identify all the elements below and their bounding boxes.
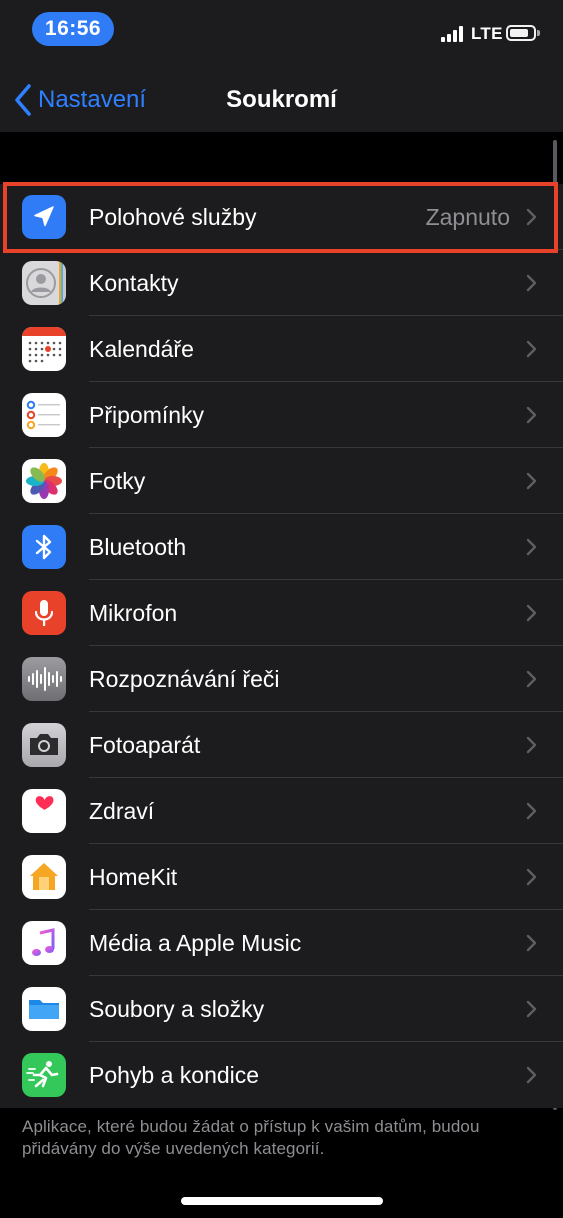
chevron-right-icon — [526, 472, 537, 490]
music-note-icon — [22, 921, 66, 965]
camera-icon — [22, 723, 66, 767]
row-label: Bluetooth — [89, 534, 187, 560]
row-photos[interactable]: Fotky — [0, 448, 563, 514]
row-label: Fotky — [89, 468, 146, 494]
contacts-icon — [22, 261, 66, 305]
status-bar: 16:56 LTE — [0, 0, 563, 60]
row-microphone[interactable]: Mikrofon — [0, 580, 563, 646]
home-icon — [22, 855, 66, 899]
location-arrow-icon — [22, 195, 66, 239]
row-label: HomeKit — [89, 864, 178, 890]
row-motion-fitness[interactable]: Pohyb a kondice — [0, 1042, 563, 1108]
row-value: Zapnuto — [425, 204, 510, 230]
chevron-right-icon — [526, 208, 537, 226]
row-speech-recognition[interactable]: Rozpoznávání řeči — [0, 646, 563, 712]
chevron-right-icon — [526, 670, 537, 688]
row-label: Mikrofon — [89, 600, 178, 626]
chevron-right-icon — [526, 604, 537, 622]
bluetooth-icon — [22, 525, 66, 569]
chevron-right-icon — [526, 1000, 537, 1018]
microphone-icon — [22, 591, 66, 635]
row-contacts[interactable]: Kontakty — [0, 250, 563, 316]
row-label: Kontakty — [89, 270, 179, 296]
row-bluetooth[interactable]: Bluetooth — [0, 514, 563, 580]
row-reminders[interactable]: Připomínky — [0, 382, 563, 448]
cellular-signal-icon — [441, 26, 463, 42]
photos-icon — [22, 459, 66, 503]
battery-icon — [506, 25, 536, 41]
privacy-category-list: Polohové služby Zapnuto Kontakty Kalendá… — [0, 184, 563, 1108]
network-type-label: LTE — [471, 24, 503, 43]
row-label: Polohové služby — [89, 204, 257, 230]
reminders-icon — [22, 393, 66, 437]
chevron-right-icon — [526, 868, 537, 886]
chevron-right-icon — [526, 340, 537, 358]
motion-fitness-icon — [22, 1053, 66, 1097]
chevron-right-icon — [526, 538, 537, 556]
row-label: Rozpoznávání řeči — [89, 666, 280, 692]
row-homekit[interactable]: HomeKit — [0, 844, 563, 910]
navigation-bar: Nastavení Soukromí — [0, 62, 563, 132]
row-health[interactable]: Zdraví — [0, 778, 563, 844]
speech-recognition-icon — [22, 657, 66, 701]
row-label: Pohyb a kondice — [89, 1062, 260, 1088]
row-location-services[interactable]: Polohové služby Zapnuto — [0, 184, 563, 250]
home-indicator[interactable] — [181, 1197, 383, 1205]
row-calendars[interactable]: Kalendáře — [0, 316, 563, 382]
calendar-icon — [22, 327, 66, 371]
row-label: Fotoaparát — [89, 732, 201, 758]
status-time[interactable]: 16:56 — [32, 12, 114, 46]
chevron-right-icon — [526, 1066, 537, 1084]
chevron-right-icon — [526, 406, 537, 424]
footer-note: Aplikace, které budou žádat o přístup k … — [22, 1117, 480, 1158]
row-label: Soubory a složky — [89, 996, 265, 1022]
row-label: Média a Apple Music — [89, 930, 302, 956]
row-label: Zdraví — [89, 798, 155, 824]
chevron-right-icon — [526, 274, 537, 292]
health-heart-icon — [22, 789, 66, 833]
battery-tip — [537, 30, 540, 36]
row-files-folders[interactable]: Soubory a složky — [0, 976, 563, 1042]
chevron-right-icon — [526, 934, 537, 952]
page-title: Soukromí — [226, 86, 337, 113]
row-label: Kalendáře — [89, 336, 194, 362]
row-media-apple-music[interactable]: Média a Apple Music — [0, 910, 563, 976]
privacy-settings-screen: 16:56 LTE Nastavení Soukromí Polohové sl… — [0, 0, 563, 1218]
row-label: Připomínky — [89, 402, 205, 428]
row-camera[interactable]: Fotoaparát — [0, 712, 563, 778]
folder-icon — [22, 987, 66, 1031]
chevron-right-icon — [526, 802, 537, 820]
chevron-right-icon — [526, 736, 537, 754]
